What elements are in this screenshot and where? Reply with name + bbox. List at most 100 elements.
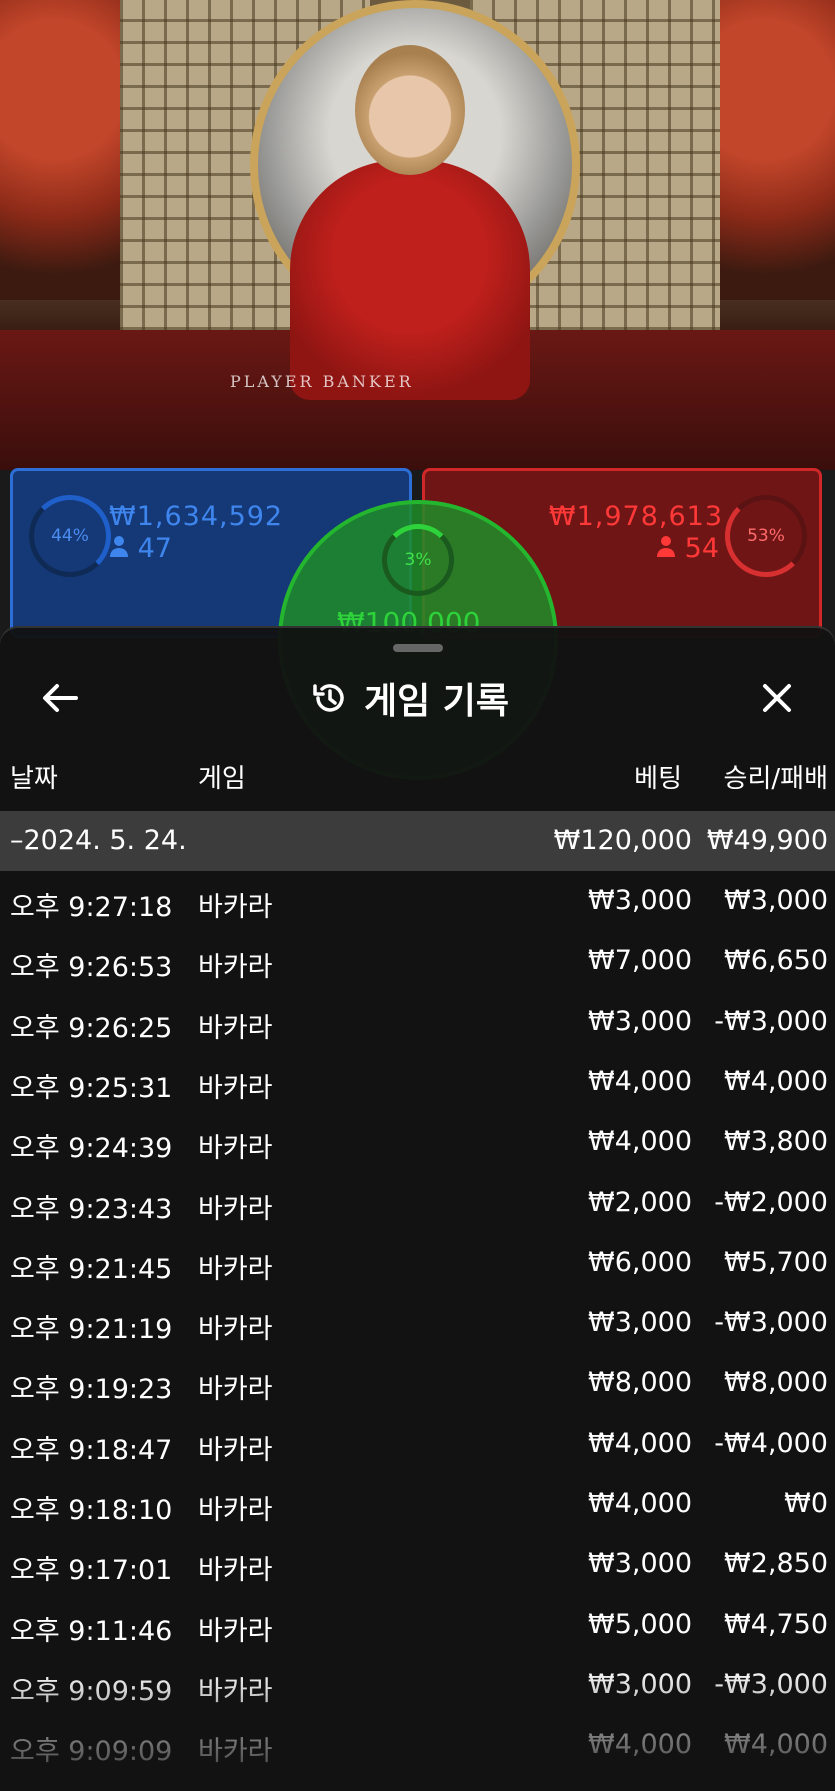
row-result: ₩8,000: [724, 1367, 828, 1399]
column-date: 날짜: [10, 764, 58, 794]
row-result: ₩0: [784, 1488, 828, 1519]
row-game: 바카라: [198, 1615, 273, 1647]
row-game: 바카라: [198, 1555, 273, 1587]
row-result: -₩4,000: [714, 1427, 828, 1459]
row-result: -₩3,000: [714, 1307, 828, 1339]
row-result: ₩6,650: [724, 945, 828, 977]
history-row[interactable]: 오후 9:18:10 바카라 ₩4,000 ₩0: [0, 1474, 835, 1534]
row-game: 바카라: [198, 1495, 273, 1526]
history-row[interactable]: 오후 9:26:53 바카라 ₩7,000 ₩6,650: [0, 931, 835, 991]
history-row[interactable]: 오후 9:19:23 바카라 ₩8,000 ₩8,000: [0, 1353, 835, 1413]
row-bet: ₩3,000: [588, 1005, 692, 1037]
sheet-title-text: 게임 기록: [364, 681, 510, 722]
row-game: 바카라: [198, 1374, 273, 1406]
history-row[interactable]: 오후 9:21:19 바카라 ₩3,000 -₩3,000: [0, 1293, 835, 1353]
row-time: 오후 9:18:47: [10, 1434, 173, 1466]
row-game: 바카라: [198, 1675, 273, 1707]
row-result: -₩2,000: [714, 1186, 828, 1218]
history-row[interactable]: 오후 9:21:45 바카라 ₩6,000 ₩5,700: [0, 1233, 835, 1293]
row-bet: ₩2,000: [588, 1186, 692, 1218]
summary-result: ₩49,900: [706, 825, 828, 856]
banker-count-value: 54: [684, 533, 719, 564]
summary-bet: ₩120,000: [553, 825, 692, 856]
row-bet: ₩4,000: [588, 1427, 692, 1459]
row-bet: ₩7,000: [588, 945, 692, 977]
banker-amount: ₩1,978,613: [548, 501, 723, 532]
row-time: 오후 9:26:25: [10, 1012, 173, 1044]
banker-count: 54: [656, 533, 719, 564]
history-row[interactable]: 오후 9:09:59 바카라 ₩3,000 -₩3,000: [0, 1655, 835, 1715]
player-amount: ₩1,634,592: [109, 501, 284, 532]
row-bet: ₩6,000: [588, 1246, 692, 1278]
row-bet: ₩3,000: [588, 1668, 692, 1700]
player-count: 47: [109, 533, 172, 564]
row-time: 오후 9:23:43: [10, 1193, 173, 1225]
row-result: ₩4,750: [724, 1608, 828, 1640]
dealer-head: [355, 45, 465, 175]
history-row[interactable]: 오후 9:09:09 바카라 ₩4,000 ₩4,000: [0, 1715, 835, 1775]
arrow-left-icon: [43, 684, 78, 712]
row-game: 바카라: [198, 1012, 273, 1044]
player-percent: 44%: [29, 495, 111, 577]
row-result: ₩5,700: [724, 1246, 828, 1278]
column-result: 승리/패배: [723, 764, 828, 794]
player-count-value: 47: [137, 533, 172, 564]
history-row[interactable]: 오후 9:25:31 바카라 ₩4,000 ₩4,000: [0, 1052, 835, 1112]
row-result: -₩3,000: [714, 1668, 828, 1700]
row-game: 바카라: [198, 952, 273, 984]
history-row[interactable]: 오후 9:27:18 바카라 ₩3,000 ₩3,000: [0, 871, 835, 931]
row-time: 오후 9:09:59: [10, 1675, 173, 1707]
row-bet: ₩8,000: [588, 1367, 692, 1399]
close-icon: [763, 684, 791, 712]
sheet-title: 게임 기록: [310, 672, 509, 724]
banker-percent: 53%: [725, 495, 807, 577]
foliage-right: [700, 0, 835, 300]
row-game: 바카라: [198, 892, 273, 923]
row-game: 바카라: [198, 1736, 273, 1768]
row-result: ₩4,000: [724, 1065, 828, 1097]
row-result: ₩3,000: [724, 885, 828, 916]
history-row[interactable]: 오후 9:11:46 바카라 ₩5,000 ₩4,750: [0, 1595, 835, 1655]
row-game: 바카라: [198, 1193, 273, 1225]
close-button[interactable]: [755, 676, 799, 720]
row-bet: ₩4,000: [588, 1126, 692, 1158]
live-video: PLAYER BANKER: [0, 0, 835, 470]
back-button[interactable]: [38, 676, 82, 720]
row-result: ₩2,850: [724, 1548, 828, 1580]
history-clock-icon: [313, 684, 344, 712]
row-bet: ₩4,000: [588, 1729, 692, 1761]
dealer-body: [290, 160, 530, 400]
row-bet: ₩5,000: [588, 1608, 692, 1640]
history-row[interactable]: 오후 9:17:01 바카라 ₩3,000 ₩2,850: [0, 1534, 835, 1594]
row-time: 오후 9:26:53: [10, 952, 173, 984]
row-time: 오후 9:27:18: [10, 892, 173, 923]
row-game: 바카라: [198, 1314, 273, 1346]
column-game: 게임: [198, 764, 246, 794]
row-bet: ₩4,000: [588, 1065, 692, 1097]
game-history-sheet: 게임 기록 날짜 게임 베팅 승리/패배 –2024. 5. 24. ₩120,…: [0, 628, 835, 1791]
row-bet: ₩3,000: [588, 885, 692, 916]
drag-handle[interactable]: [393, 644, 443, 652]
row-bet: ₩3,000: [588, 1548, 692, 1580]
row-time: 오후 9:19:23: [10, 1374, 173, 1406]
history-row[interactable]: 오후 9:18:47 바카라 ₩4,000 -₩4,000: [0, 1414, 835, 1474]
history-column-headers: 날짜 게임 베팅 승리/패배: [0, 758, 835, 798]
row-time: 오후 9:21:19: [10, 1314, 173, 1346]
row-time: 오후 9:24:39: [10, 1133, 173, 1165]
row-game: 바카라: [198, 1253, 273, 1285]
row-result: ₩3,800: [724, 1126, 828, 1158]
row-time: 오후 9:11:46: [10, 1615, 173, 1647]
date-summary-row[interactable]: –2024. 5. 24. ₩120,000 ₩49,900: [0, 811, 835, 871]
row-time: 오후 9:21:45: [10, 1253, 173, 1285]
row-bet: ₩3,000: [588, 1307, 692, 1339]
row-time: 오후 9:18:10: [10, 1495, 173, 1526]
row-game: 바카라: [198, 1133, 273, 1165]
row-game: 바카라: [198, 1072, 273, 1104]
row-time: 오후 9:09:09: [10, 1736, 173, 1768]
felt-text: PLAYER BANKER: [230, 372, 414, 391]
history-row[interactable]: 오후 9:26:25 바카라 ₩3,000 -₩3,000: [0, 992, 835, 1052]
row-bet: ₩4,000: [588, 1488, 692, 1519]
row-time: 오후 9:17:01: [10, 1555, 173, 1587]
history-row[interactable]: 오후 9:24:39 바카라 ₩4,000 ₩3,800: [0, 1112, 835, 1172]
history-row[interactable]: 오후 9:23:43 바카라 ₩2,000 -₩2,000: [0, 1173, 835, 1233]
